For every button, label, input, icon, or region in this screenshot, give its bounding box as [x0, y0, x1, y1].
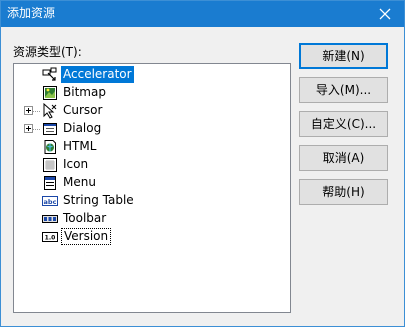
- tree-item-version[interactable]: 1.0 Version: [14, 228, 290, 246]
- tree-item-html[interactable]: HTML: [14, 138, 290, 156]
- add-resource-dialog: 添加资源 资源类型(T): Accelerator Bitmap Cursor …: [0, 0, 405, 327]
- tree-item-menu[interactable]: Menu: [14, 174, 290, 192]
- tree-item-label: String Table: [63, 193, 134, 207]
- tree-item-label: Menu: [63, 175, 96, 189]
- icon-resource-icon: [43, 158, 57, 172]
- bitmap-icon: [43, 86, 57, 100]
- toolbar-icon: [42, 215, 58, 223]
- svg-text:abc: abc: [44, 198, 57, 206]
- expand-icon[interactable]: [24, 106, 33, 115]
- expand-icon[interactable]: [24, 124, 33, 133]
- tree-item-label: HTML: [63, 139, 97, 153]
- cancel-button[interactable]: 取消(A): [299, 145, 388, 171]
- cursor-icon: [43, 103, 57, 119]
- version-icon: 1.0: [42, 232, 58, 242]
- help-button[interactable]: 帮助(H): [299, 179, 388, 205]
- dialog-title: 添加资源: [7, 6, 56, 20]
- tree-item-label: Version: [61, 228, 112, 245]
- dialog-icon: [43, 123, 57, 135]
- accelerator-icon: [42, 67, 57, 81]
- close-icon: [379, 8, 391, 20]
- tree-item-label: Bitmap: [63, 85, 106, 99]
- title-bar: 添加资源: [1, 1, 404, 27]
- tree-item-label: Dialog: [63, 121, 102, 135]
- resource-type-label: 资源类型(T):: [13, 45, 82, 59]
- tree-item-bitmap[interactable]: Bitmap: [14, 84, 290, 102]
- tree-item-toolbar[interactable]: Toolbar: [14, 210, 290, 228]
- tree-item-icon[interactable]: Icon: [14, 156, 290, 174]
- tree-item-label: Cursor: [63, 103, 103, 117]
- tree-item-cursor[interactable]: Cursor: [14, 102, 290, 120]
- tree-connector: [33, 129, 40, 130]
- tree-item-label: Toolbar: [63, 211, 107, 225]
- custom-button[interactable]: 自定义(C)...: [299, 111, 388, 137]
- import-button[interactable]: 导入(M)...: [299, 77, 388, 103]
- close-button[interactable]: [366, 1, 404, 27]
- string-table-icon: abc: [42, 196, 58, 206]
- tree-item-label: Accelerator: [61, 66, 134, 83]
- tree-item-accelerator[interactable]: Accelerator: [14, 66, 290, 84]
- resource-type-tree[interactable]: Accelerator Bitmap Cursor Dialog HTML Ic…: [13, 63, 291, 313]
- new-button[interactable]: 新建(N): [299, 43, 388, 69]
- tree-item-label: Icon: [63, 157, 89, 171]
- menu-icon: [44, 176, 56, 190]
- svg-text:1.0: 1.0: [45, 235, 56, 242]
- tree-connector: [33, 111, 40, 112]
- tree-item-dialog[interactable]: Dialog: [14, 120, 290, 138]
- tree-item-string-table[interactable]: abc String Table: [14, 192, 290, 210]
- html-icon: [44, 140, 56, 154]
